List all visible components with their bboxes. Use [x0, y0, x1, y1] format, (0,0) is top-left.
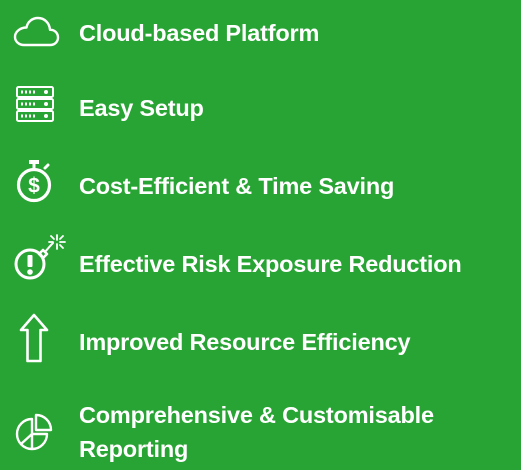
feature-item-reporting: Comprehensive & Customisable Reporting	[0, 395, 521, 470]
bomb-icon	[10, 234, 68, 284]
arrow-up-icon	[18, 313, 50, 363]
feature-label: Cost-Efficient & Time Saving	[79, 173, 395, 199]
feature-item-risk-reduction: Effective Risk Exposure Reduction	[0, 228, 521, 298]
server-rack-icon	[15, 85, 55, 123]
cloud-icon	[13, 16, 60, 48]
feature-item-cost-efficient: $ Cost-Efficient & Time Saving	[0, 155, 521, 220]
svg-text:$: $	[28, 175, 40, 198]
feature-item-resource-efficiency: Improved Resource Efficiency	[0, 305, 521, 380]
feature-label: Effective Risk Exposure Reduction	[79, 251, 462, 277]
pie-chart-icon	[14, 413, 54, 453]
feature-label: Comprehensive & Customisable Reporting	[79, 402, 434, 462]
feature-item-easy-setup: Easy Setup	[0, 80, 521, 140]
feature-item-cloud-based-platform: Cloud-based Platform	[0, 0, 521, 70]
stopwatch-dollar-icon: $	[14, 159, 54, 203]
feature-label: Cloud-based Platform	[79, 20, 320, 46]
feature-list: Cloud-based Platform Easy Setup $ Cost-E…	[0, 0, 521, 470]
feature-label: Easy Setup	[79, 95, 204, 121]
feature-label: Improved Resource Efficiency	[79, 329, 411, 355]
